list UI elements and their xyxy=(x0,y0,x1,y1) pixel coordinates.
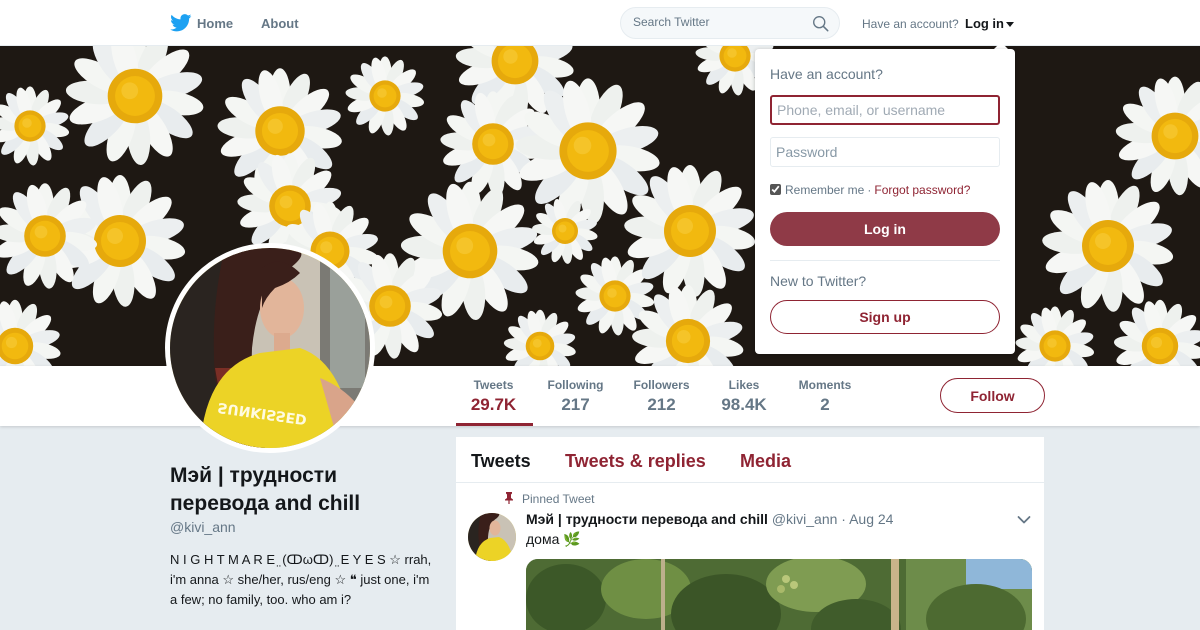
tweet-author-name[interactable]: Мэй | трудности перевода and chill xyxy=(526,511,768,527)
avatar-photo: SUNKISSED xyxy=(170,248,370,448)
tweet-avatar-photo xyxy=(468,513,516,561)
pin-icon xyxy=(505,492,513,504)
tab-tweets-replies[interactable]: Tweets & replies xyxy=(565,451,706,472)
search-icon[interactable] xyxy=(812,15,829,32)
search-input[interactable] xyxy=(633,15,803,29)
tweet-garden-photo xyxy=(526,559,1032,630)
remember-me-row: Remember me · Forgot password? xyxy=(770,183,970,197)
twitter-bird-icon[interactable] xyxy=(170,14,192,32)
stat-tweets-value: 29.7K xyxy=(470,395,517,414)
new-to-twitter-text: New to Twitter? xyxy=(770,273,867,289)
stat-followers-value: 212 xyxy=(647,395,676,414)
timeline-card: Tweets Tweets & replies Media Pinned Twe… xyxy=(456,437,1044,630)
profile-display-name: Мэй | трудности перевода and chill xyxy=(170,464,361,515)
login-button[interactable]: Log in xyxy=(770,212,1000,246)
stat-following-label: Following xyxy=(547,378,604,392)
stat-moments[interactable]: Moments 2 xyxy=(796,378,854,415)
follow-button[interactable]: Follow xyxy=(940,378,1045,413)
stat-moments-value: 2 xyxy=(820,395,830,414)
login-dropdown-toggle[interactable]: Log in xyxy=(965,16,1014,31)
forgot-password-link[interactable]: Forgot password? xyxy=(874,183,970,197)
stat-following[interactable]: Following 217 xyxy=(546,378,605,415)
profile-handle[interactable]: @kivi_ann xyxy=(170,519,236,535)
tweet-author-handle[interactable]: @kivi_ann xyxy=(772,511,838,527)
stat-followers-label: Followers xyxy=(633,378,690,392)
stat-moments-label: Moments xyxy=(798,378,852,392)
login-dropdown-title: Have an account? xyxy=(770,66,883,82)
remember-me-label[interactable]: Remember me xyxy=(785,183,864,197)
pinned-tweet-context: Pinned Tweet xyxy=(504,492,595,506)
login-link-label[interactable]: Log in xyxy=(965,16,1004,31)
tweet-options-chevron-icon[interactable] xyxy=(1017,515,1031,525)
remember-me-checkbox[interactable] xyxy=(770,184,781,195)
stat-likes-label: Likes xyxy=(728,378,760,392)
profile-avatar[interactable]: SUNKISSED xyxy=(165,243,375,453)
tab-media[interactable]: Media xyxy=(740,451,791,472)
pinned-tweet-label: Pinned Tweet xyxy=(522,492,595,506)
tab-tweets[interactable]: Tweets xyxy=(471,451,531,472)
active-stat-indicator xyxy=(456,423,533,426)
remember-separator: · xyxy=(867,183,872,197)
tweet-header: Мэй | трудности перевода and chill @kivi… xyxy=(526,511,893,527)
stat-following-value: 217 xyxy=(561,395,590,414)
tweet-date[interactable]: · Aug 24 xyxy=(841,511,893,527)
signup-button[interactable]: Sign up xyxy=(770,300,1000,334)
stat-likes[interactable]: Likes 98.4K xyxy=(718,378,770,415)
stat-tweets[interactable]: Tweets 29.7K xyxy=(470,378,517,415)
tweet-avatar[interactable] xyxy=(468,513,516,561)
tweet-media-image[interactable] xyxy=(526,559,1032,630)
stat-followers[interactable]: Followers 212 xyxy=(631,378,692,415)
nav-about-link[interactable]: About xyxy=(261,16,299,31)
username-input[interactable] xyxy=(770,95,1000,125)
tweet-text: дома 🌿 xyxy=(526,531,581,547)
search-box[interactable] xyxy=(620,7,840,39)
nav-home-link[interactable]: Home xyxy=(197,16,233,31)
caret-down-icon[interactable] xyxy=(1006,22,1014,28)
have-account-text: Have an account? xyxy=(862,17,959,31)
stat-likes-value: 98.4K xyxy=(721,395,767,414)
password-input[interactable] xyxy=(770,137,1000,167)
login-dropdown: Have an account? Remember me·Forgot pass… xyxy=(755,49,1015,354)
dropdown-divider xyxy=(770,260,1000,261)
profile-bio: N I G H T M A R E ̤ (ↀωↀ) ̤ E Y E S ☆ rr… xyxy=(170,552,432,607)
timeline-tabs: Tweets Tweets & replies Media xyxy=(456,437,1044,483)
top-navigation: Home About Have an account? Log in xyxy=(0,0,1200,46)
stat-tweets-label: Tweets xyxy=(473,378,514,392)
